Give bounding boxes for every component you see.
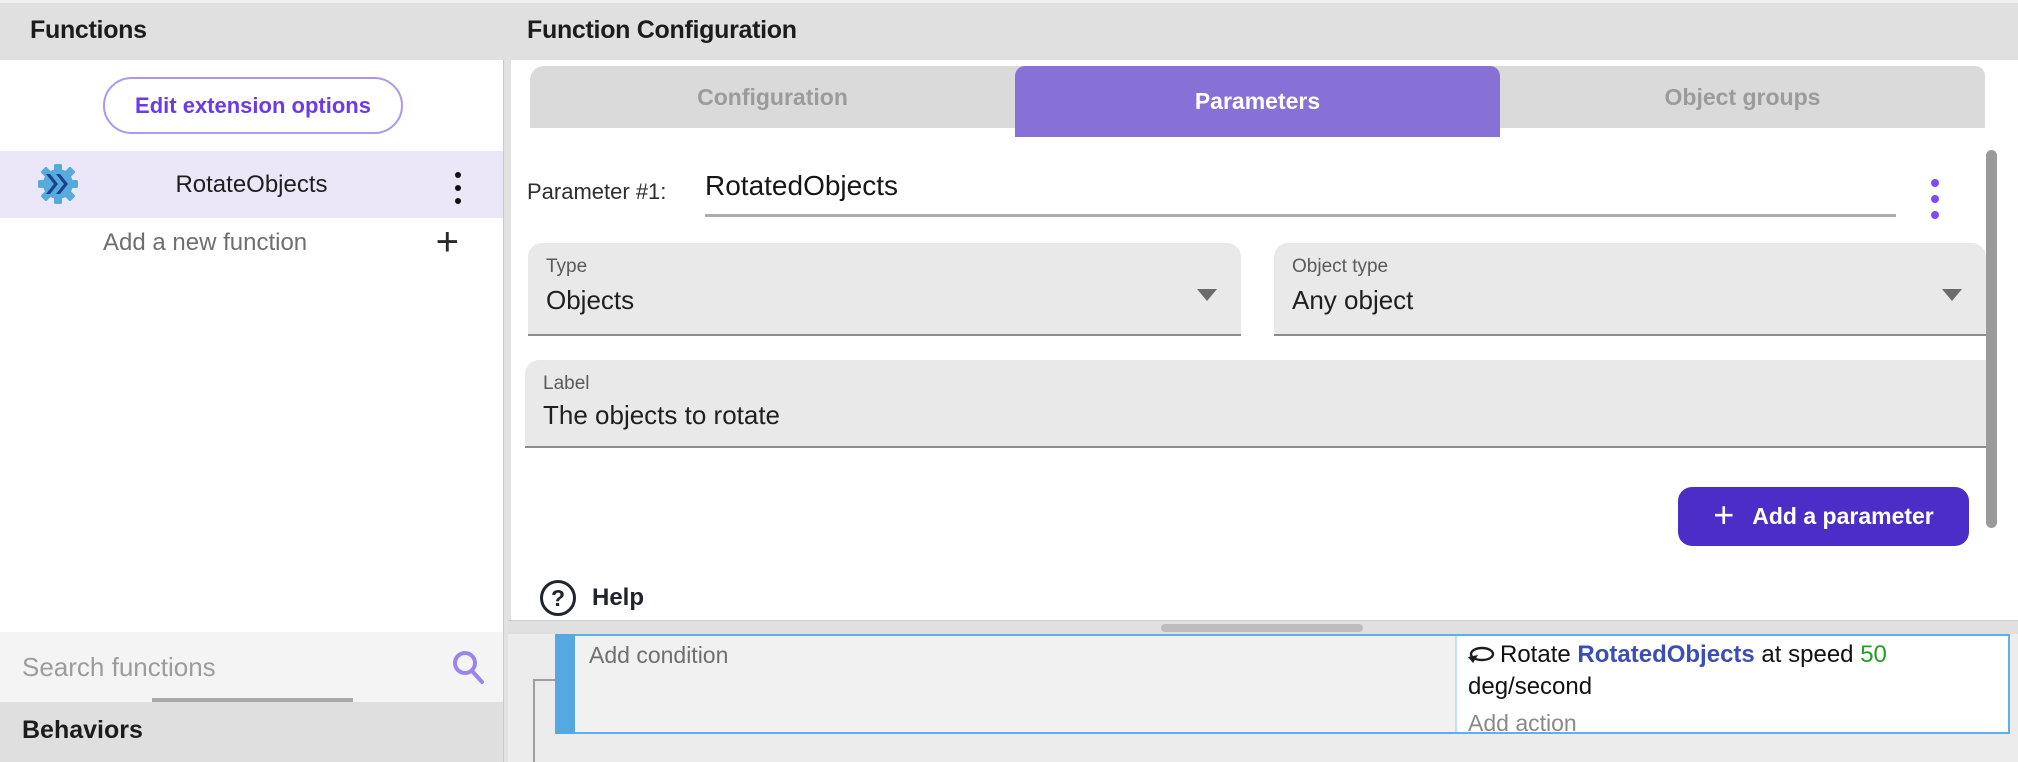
action-text-line2: deg/second xyxy=(1468,672,2008,702)
add-condition-link[interactable]: Add condition xyxy=(589,642,1455,669)
add-function-plus-icon: + xyxy=(436,222,459,262)
chevron-down-icon xyxy=(1942,289,1962,301)
parameter-name-input[interactable]: RotatedObjects xyxy=(705,170,898,202)
search-icon xyxy=(449,648,487,691)
plus-icon: + xyxy=(1713,497,1734,533)
rotate-action-icon xyxy=(1468,642,1496,672)
label-input-field[interactable]: Label The objects to rotate xyxy=(525,360,1997,448)
function-item-menu-icon[interactable] xyxy=(455,168,461,207)
gear-chevrons-icon xyxy=(36,162,80,206)
action-speed-value: 50 xyxy=(1860,641,1887,668)
parameter-name-underline xyxy=(705,214,1896,217)
functions-panel-title: Functions xyxy=(30,16,147,45)
rotate-action-row[interactable]: Rotate RotatedObjects at speed 50 xyxy=(1468,640,2008,672)
help-label: Help xyxy=(592,584,644,612)
function-list-item-rotateobjects[interactable]: RotateObjects xyxy=(0,151,503,218)
edit-extension-options-button[interactable]: Edit extension options xyxy=(103,77,403,134)
add-action-link[interactable]: Add action xyxy=(1468,708,2008,738)
vertical-scrollbar-thumb[interactable] xyxy=(1986,150,1997,528)
parameter-menu-icon[interactable] xyxy=(1931,175,1939,223)
label-field-value: The objects to rotate xyxy=(543,400,780,431)
events-sheet-panel: Add condition Rotate RotatedObjects at s… xyxy=(508,620,2018,762)
question-mark-icon: ? xyxy=(540,580,576,616)
action-object-name: RotatedObjects xyxy=(1577,641,1754,668)
tab-parameters[interactable]: Parameters xyxy=(1015,66,1500,137)
conditions-cell[interactable]: Add condition xyxy=(575,636,1455,732)
event-body: Add condition Rotate RotatedObjects at s… xyxy=(575,634,2010,734)
type-select-value: Objects xyxy=(546,285,634,316)
action-text-prefix: Rotate xyxy=(1500,641,1577,668)
horizontal-scrollbar-thumb[interactable] xyxy=(1161,624,1363,632)
search-functions-bar xyxy=(0,632,503,702)
search-functions-input[interactable] xyxy=(22,646,422,688)
add-function-row[interactable]: Add a new function + xyxy=(0,225,503,265)
add-function-label: Add a new function xyxy=(103,229,307,257)
action-text-middle: at speed xyxy=(1755,641,1860,668)
tab-configuration[interactable]: Configuration xyxy=(530,66,1015,128)
object-type-select-value: Any object xyxy=(1292,285,1413,316)
function-configuration-title: Function Configuration xyxy=(527,16,797,45)
actions-cell: Rotate RotatedObjects at speed 50 deg/se… xyxy=(1455,636,2008,732)
event-row: Add condition Rotate RotatedObjects at s… xyxy=(555,634,2010,734)
functions-sidebar: Edit extension options xyxy=(0,60,503,762)
object-type-select-label: Object type xyxy=(1292,256,1388,278)
sub-event-connector-vertical xyxy=(533,679,535,762)
type-select[interactable]: Type Objects xyxy=(528,243,1241,336)
parameter-number-label: Parameter #1: xyxy=(527,179,666,205)
configuration-tabbar: Configuration Parameters Object groups xyxy=(530,66,1985,128)
edit-extension-options-label: Edit extension options xyxy=(135,93,371,119)
events-panel-top-strip xyxy=(508,621,2018,634)
help-link[interactable]: ? Help xyxy=(540,580,644,616)
sub-event-connector-horizontal xyxy=(533,679,555,681)
label-field-label: Label xyxy=(543,373,590,395)
top-header: Functions Function Configuration xyxy=(0,0,2018,60)
object-type-select[interactable]: Object type Any object xyxy=(1274,243,1986,336)
behaviors-section-header[interactable]: Behaviors xyxy=(0,702,503,762)
add-parameter-label: Add a parameter xyxy=(1752,503,1934,530)
tab-object-groups[interactable]: Object groups xyxy=(1500,66,1985,128)
add-parameter-button[interactable]: + Add a parameter xyxy=(1678,487,1969,546)
behaviors-title: Behaviors xyxy=(22,716,143,745)
type-select-label: Type xyxy=(546,256,587,278)
event-drag-bar[interactable] xyxy=(555,634,575,734)
chevron-down-icon xyxy=(1197,289,1217,301)
